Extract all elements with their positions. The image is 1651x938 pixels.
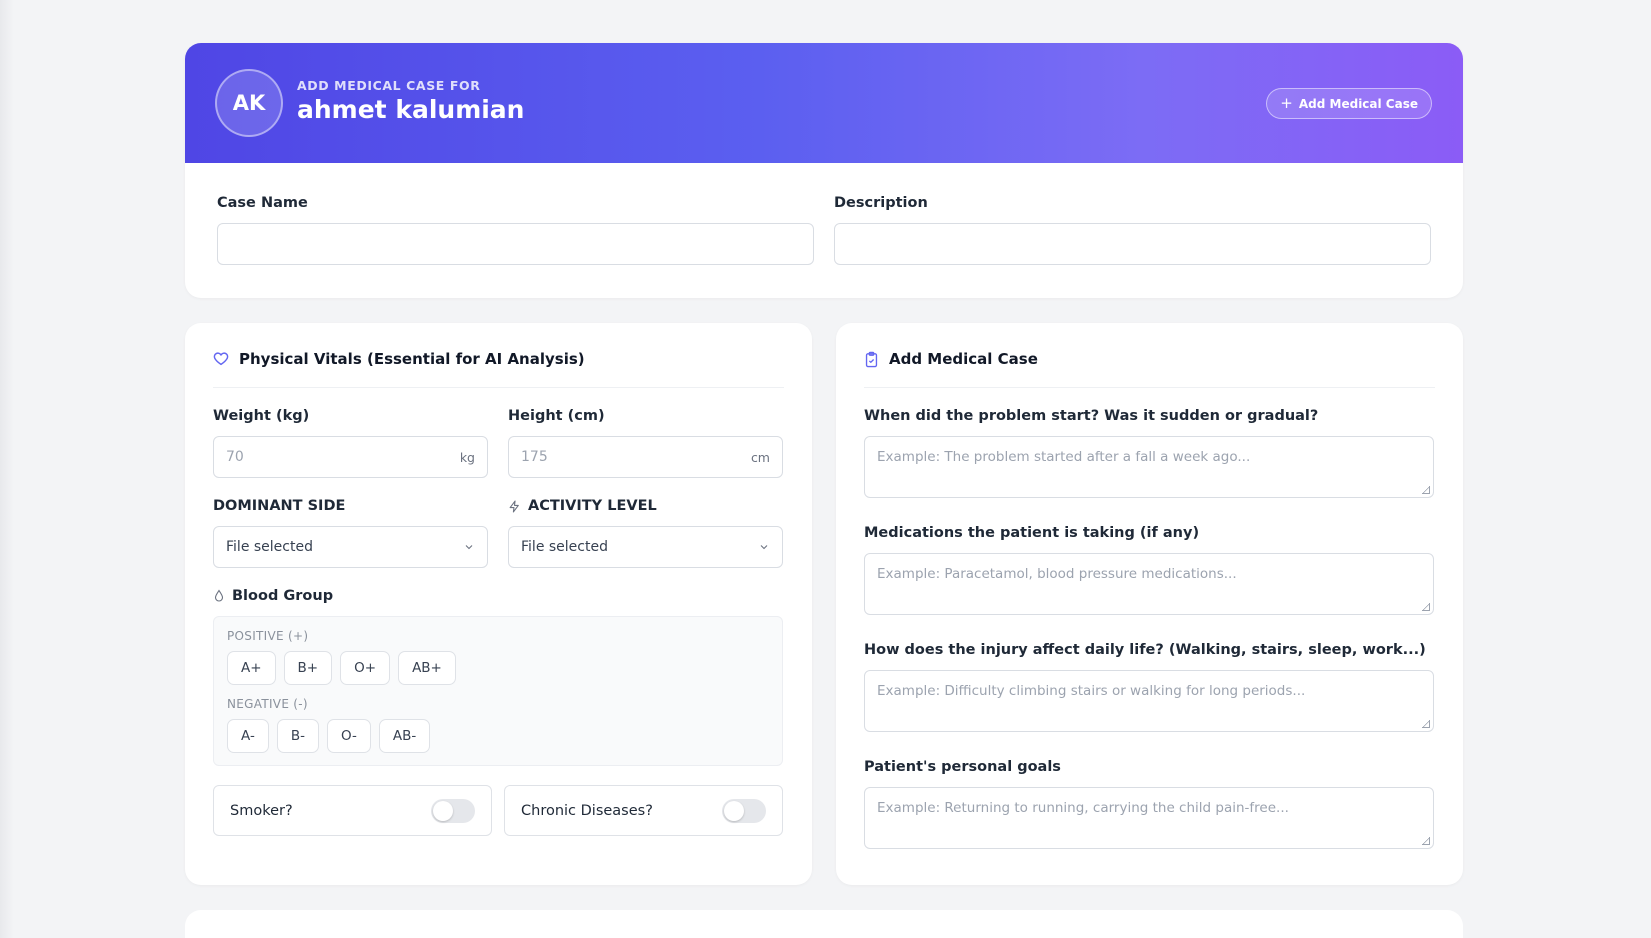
heart-icon bbox=[213, 351, 229, 367]
hero-banner: AK ADD MEDICAL CASE FOR ahmet kalumian +… bbox=[185, 43, 1463, 163]
smoker-toggle[interactable] bbox=[431, 798, 475, 823]
dominant-side-value: File selected bbox=[226, 539, 313, 555]
question-medications-label: Medications the patient is taking (if an… bbox=[864, 525, 1200, 541]
plus-icon: + bbox=[1280, 94, 1293, 112]
chronic-diseases-label: Chronic Diseases? bbox=[521, 802, 653, 819]
left-edge-shade bbox=[0, 0, 14, 938]
vitals-panel: Physical Vitals (Essential for AI Analys… bbox=[185, 323, 812, 885]
question-onset-label: When did the problem start? Was it sudde… bbox=[864, 408, 1319, 424]
blood-group-text: Blood Group bbox=[232, 588, 334, 604]
bolt-icon bbox=[508, 500, 521, 513]
medical-case-divider bbox=[864, 387, 1435, 388]
add-medical-case-button[interactable]: + Add Medical Case bbox=[1266, 88, 1432, 119]
resize-grip-icon[interactable] bbox=[1422, 486, 1430, 494]
weight-placeholder: 70 bbox=[226, 449, 244, 465]
negative-caption: NEGATIVE (-) bbox=[227, 697, 308, 711]
blood-group-box: POSITIVE (+) A+ B+ O+ AB+ NEGATIVE (-) A… bbox=[213, 616, 783, 766]
question-daily-life-label: How does the injury affect daily life? (… bbox=[864, 642, 1426, 658]
description-input[interactable] bbox=[834, 223, 1431, 265]
positive-group-row: A+ B+ O+ AB+ bbox=[227, 651, 456, 685]
blood-chip-a-positive[interactable]: A+ bbox=[227, 651, 276, 685]
chronic-diseases-toggle-card: Chronic Diseases? bbox=[504, 785, 783, 836]
question-daily-life-placeholder: Example: Difficulty climbing stairs or w… bbox=[877, 683, 1306, 699]
activity-level-value: File selected bbox=[521, 539, 608, 555]
vitals-title-text: Physical Vitals (Essential for AI Analys… bbox=[239, 350, 585, 368]
chronic-diseases-toggle[interactable] bbox=[722, 798, 766, 823]
height-input[interactable]: 175 cm bbox=[508, 436, 783, 478]
activity-level-select[interactable]: File selected bbox=[508, 526, 783, 568]
question-medications-placeholder: Example: Paracetamol, blood pressure med… bbox=[877, 566, 1237, 582]
blood-group-label: Blood Group bbox=[213, 588, 333, 604]
medical-case-title: Add Medical Case bbox=[864, 350, 1038, 368]
resize-grip-icon[interactable] bbox=[1422, 603, 1430, 611]
description-label: Description bbox=[834, 195, 928, 211]
positive-caption: POSITIVE (+) bbox=[227, 629, 309, 643]
height-placeholder: 175 bbox=[521, 449, 548, 465]
activity-level-text: ACTIVITY LEVEL bbox=[528, 498, 657, 514]
blood-chip-ab-negative[interactable]: AB- bbox=[378, 719, 431, 753]
weight-label: Weight (kg) bbox=[213, 408, 310, 424]
medical-case-title-text: Add Medical Case bbox=[889, 350, 1038, 368]
weight-unit: kg bbox=[459, 449, 475, 465]
case-header-card: AK ADD MEDICAL CASE FOR ahmet kalumian +… bbox=[185, 43, 1463, 298]
avatar: AK bbox=[215, 69, 283, 137]
patient-name: ahmet kalumian bbox=[297, 95, 525, 124]
blood-chip-o-negative[interactable]: O- bbox=[326, 719, 371, 753]
hero-subtitle: ADD MEDICAL CASE FOR bbox=[297, 78, 481, 93]
blood-chip-o-positive[interactable]: O+ bbox=[340, 651, 391, 685]
chevron-down-icon bbox=[463, 541, 475, 553]
vitals-title: Physical Vitals (Essential for AI Analys… bbox=[213, 350, 585, 368]
smoker-label: Smoker? bbox=[230, 802, 293, 819]
question-daily-life-textarea[interactable]: Example: Difficulty climbing stairs or w… bbox=[864, 670, 1434, 732]
blood-chip-a-negative[interactable]: A- bbox=[227, 719, 269, 753]
case-name-label: Case Name bbox=[217, 195, 308, 211]
negative-group-row: A- B- O- AB- bbox=[227, 719, 431, 753]
resize-grip-icon[interactable] bbox=[1422, 720, 1430, 728]
height-unit: cm bbox=[750, 449, 770, 465]
question-onset-placeholder: Example: The problem started after a fal… bbox=[877, 449, 1251, 465]
weight-input[interactable]: 70 kg bbox=[213, 436, 488, 478]
clipboard-icon bbox=[864, 351, 879, 368]
smoker-toggle-knob bbox=[433, 800, 453, 821]
activity-level-label: ACTIVITY LEVEL bbox=[508, 498, 657, 514]
question-medications-textarea[interactable]: Example: Paracetamol, blood pressure med… bbox=[864, 553, 1434, 615]
smoker-toggle-card: Smoker? bbox=[213, 785, 492, 836]
blood-chip-b-positive[interactable]: B+ bbox=[283, 651, 333, 685]
drop-icon bbox=[213, 589, 225, 603]
resize-grip-icon[interactable] bbox=[1422, 837, 1430, 845]
vitals-divider bbox=[213, 387, 784, 388]
height-label: Height (cm) bbox=[508, 408, 605, 424]
medical-case-panel: Add Medical Case When did the problem st… bbox=[836, 323, 1463, 885]
blood-chip-b-negative[interactable]: B- bbox=[276, 719, 319, 753]
question-onset-textarea[interactable]: Example: The problem started after a fal… bbox=[864, 436, 1434, 498]
next-section-card bbox=[185, 910, 1463, 938]
question-goals-label: Patient's personal goals bbox=[864, 759, 1061, 775]
case-name-input[interactable] bbox=[217, 223, 814, 265]
blood-chip-ab-positive[interactable]: AB+ bbox=[398, 651, 456, 685]
dominant-side-select[interactable]: File selected bbox=[213, 526, 488, 568]
chronic-diseases-toggle-knob bbox=[724, 800, 744, 821]
question-goals-textarea[interactable]: Example: Returning to running, carrying … bbox=[864, 787, 1434, 849]
question-goals-placeholder: Example: Returning to running, carrying … bbox=[877, 800, 1289, 816]
chevron-down-icon bbox=[758, 541, 770, 553]
dominant-side-label: DOMINANT SIDE bbox=[213, 498, 346, 514]
add-medical-case-button-label: Add Medical Case bbox=[1298, 96, 1418, 111]
